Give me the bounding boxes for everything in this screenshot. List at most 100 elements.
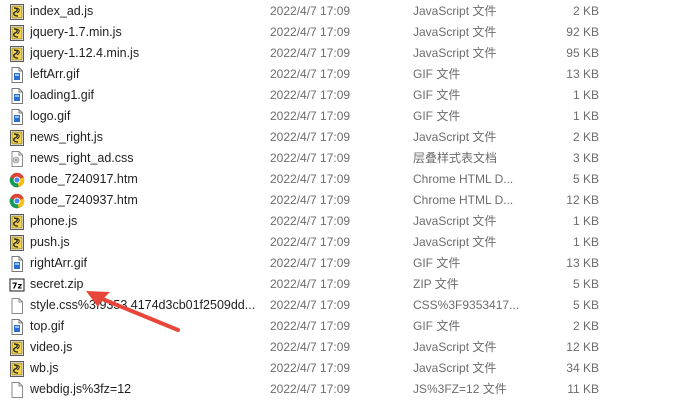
file-date-modified: 2022/4/7 17:09 xyxy=(270,214,351,228)
file-type: JavaScript 文件 xyxy=(413,340,497,354)
file-date-modified: 2022/4/7 17:09 xyxy=(270,46,351,60)
file-name: node_7240937.htm xyxy=(30,193,138,207)
file-type: GIF 文件 xyxy=(413,88,461,102)
file-type: CSS%3F9353417... xyxy=(413,298,520,312)
file-size: 12 KB xyxy=(566,340,599,354)
image-file-icon xyxy=(9,67,25,83)
file-row[interactable]: news_right.js 2022/4/7 17:09 JavaScript 文件… xyxy=(0,127,699,148)
file-size: 5 KB xyxy=(572,277,599,291)
file-type: JS%3FZ=12 文件 xyxy=(413,382,507,396)
file-date-modified: 2022/4/7 17:09 xyxy=(270,109,351,123)
file-date-modified: 2022/4/7 17:09 xyxy=(270,298,351,312)
file-date-modified: 2022/4/7 17:09 xyxy=(270,88,351,102)
file-size: 2 KB xyxy=(572,130,599,144)
file-type: 层叠样式表文档 xyxy=(413,151,498,165)
js-file-icon xyxy=(9,4,25,20)
file-name: node_7240917.htm xyxy=(30,172,138,186)
image-file-icon xyxy=(9,88,25,104)
file-date-modified: 2022/4/7 17:09 xyxy=(270,151,351,165)
file-type: GIF 文件 xyxy=(413,256,461,270)
file-size: 3 KB xyxy=(572,151,599,165)
file-size: 92 KB xyxy=(566,25,599,39)
file-date-modified: 2022/4/7 17:09 xyxy=(270,172,351,186)
file-name: logo.gif xyxy=(30,109,71,123)
file-row[interactable]: logo.gif 2022/4/7 17:09 GIF 文件 1 KB xyxy=(0,106,699,127)
js-file-icon xyxy=(9,361,25,377)
file-row[interactable]: node_7240937.htm 2022/4/7 17:09 Chrome HTM… xyxy=(0,190,699,211)
file-name: webdig.js%3fz=12 xyxy=(30,382,132,396)
file-type: Chrome HTML D... xyxy=(413,172,514,186)
file-size: 5 KB xyxy=(572,172,599,186)
file-date-modified: 2022/4/7 17:09 xyxy=(270,130,351,144)
file-size: 95 KB xyxy=(566,46,599,60)
file-name: jquery-1.7.min.js xyxy=(30,25,122,39)
file-name: news_right_ad.css xyxy=(30,151,134,165)
file-size: 1 KB xyxy=(572,214,599,228)
file-date-modified: 2022/4/7 17:09 xyxy=(270,25,351,39)
file-row[interactable]: style.css%3f9353 4174d3cb01f2509dd... 202… xyxy=(0,295,699,316)
file-type: Chrome HTML D... xyxy=(413,193,514,207)
file-size: 13 KB xyxy=(566,67,599,81)
file-row[interactable]: jquery-1.12.4.min.js 2022/4/7 17:09 JavaSc… xyxy=(0,43,699,64)
file-type: JavaScript 文件 xyxy=(413,46,497,60)
file-row[interactable]: index_ad.js 2022/4/7 17:09 JavaScript 文件 2 … xyxy=(0,1,699,22)
js-file-icon xyxy=(9,25,25,41)
file-type: JavaScript 文件 xyxy=(413,130,497,144)
file-row[interactable]: node_7240917.htm 2022/4/7 17:09 Chrome HTM… xyxy=(0,169,699,190)
file-row[interactable]: top.gif 2022/4/7 17:09 GIF 文件 2 KB xyxy=(0,316,699,337)
file-name: phone.js xyxy=(30,214,78,228)
file-row[interactable]: webdig.js%3fz=12 2022/4/7 17:09 JS%3FZ=12 … xyxy=(0,379,699,400)
file-row[interactable]: wb.js 2022/4/7 17:09 JavaScript 文件 34 KB xyxy=(0,358,699,379)
file-row[interactable]: 7z secret.zip 2022/4/7 17:09 ZIP 文件 5 KB xyxy=(0,274,699,295)
chrome-icon xyxy=(9,172,25,188)
file-type: GIF 文件 xyxy=(413,319,461,333)
file-type: JavaScript 文件 xyxy=(413,214,497,228)
js-file-icon xyxy=(9,235,25,251)
file-name: news_right.js xyxy=(30,130,103,144)
file-list: index_ad.js 2022/4/7 17:09 JavaScript 文件 2 … xyxy=(0,0,699,419)
file-name: push.js xyxy=(30,235,70,249)
blank-file-icon xyxy=(9,382,25,398)
file-date-modified: 2022/4/7 17:09 xyxy=(270,319,351,333)
file-type: GIF 文件 xyxy=(413,67,461,81)
file-name: leftArr.gif xyxy=(30,67,80,81)
image-file-icon xyxy=(9,319,25,335)
js-file-icon xyxy=(9,46,25,62)
file-row[interactable]: push.js 2022/4/7 17:09 JavaScript 文件 1 KB xyxy=(0,232,699,253)
file-type: ZIP 文件 xyxy=(413,277,459,291)
file-name: video.js xyxy=(30,340,73,354)
file-size: 2 KB xyxy=(572,319,599,333)
file-size: 13 KB xyxy=(566,256,599,270)
file-date-modified: 2022/4/7 17:09 xyxy=(270,361,351,375)
file-type: JavaScript 文件 xyxy=(413,361,497,375)
file-date-modified: 2022/4/7 17:09 xyxy=(270,277,351,291)
js-file-icon xyxy=(9,214,25,230)
file-size: 1 KB xyxy=(572,88,599,102)
chrome-icon xyxy=(9,193,25,209)
file-type: JavaScript 文件 xyxy=(413,25,497,39)
blank-file-icon xyxy=(9,298,25,314)
file-size: 2 KB xyxy=(572,4,599,18)
file-row[interactable]: leftArr.gif 2022/4/7 17:09 GIF 文件 13 KB xyxy=(0,64,699,85)
css-file-icon xyxy=(9,151,25,167)
file-row[interactable]: jquery-1.7.min.js 2022/4/7 17:09 JavaScrip… xyxy=(0,22,699,43)
file-date-modified: 2022/4/7 17:09 xyxy=(270,340,351,354)
file-type: GIF 文件 xyxy=(413,109,461,123)
file-size: 5 KB xyxy=(572,298,599,312)
js-file-icon xyxy=(9,130,25,146)
file-row[interactable]: video.js 2022/4/7 17:09 JavaScript 文件 12 KB xyxy=(0,337,699,358)
file-row[interactable]: news_right_ad.css 2022/4/7 17:09 层叠样式表文档 3 … xyxy=(0,148,699,169)
file-name: loading1.gif xyxy=(30,88,94,102)
file-name: rightArr.gif xyxy=(30,256,87,270)
file-size: 34 KB xyxy=(566,361,599,375)
file-name: secret.zip xyxy=(30,277,84,291)
file-name: top.gif xyxy=(30,319,65,333)
file-name: wb.js xyxy=(30,361,59,375)
file-row[interactable]: loading1.gif 2022/4/7 17:09 GIF 文件 1 KB xyxy=(0,85,699,106)
js-file-icon xyxy=(9,340,25,356)
file-row[interactable]: phone.js 2022/4/7 17:09 JavaScript 文件 1 KB xyxy=(0,211,699,232)
file-date-modified: 2022/4/7 17:09 xyxy=(270,193,351,207)
file-date-modified: 2022/4/7 17:09 xyxy=(270,235,351,249)
image-file-icon xyxy=(9,256,25,272)
file-row[interactable]: rightArr.gif 2022/4/7 17:09 GIF 文件 13 KB xyxy=(0,253,699,274)
